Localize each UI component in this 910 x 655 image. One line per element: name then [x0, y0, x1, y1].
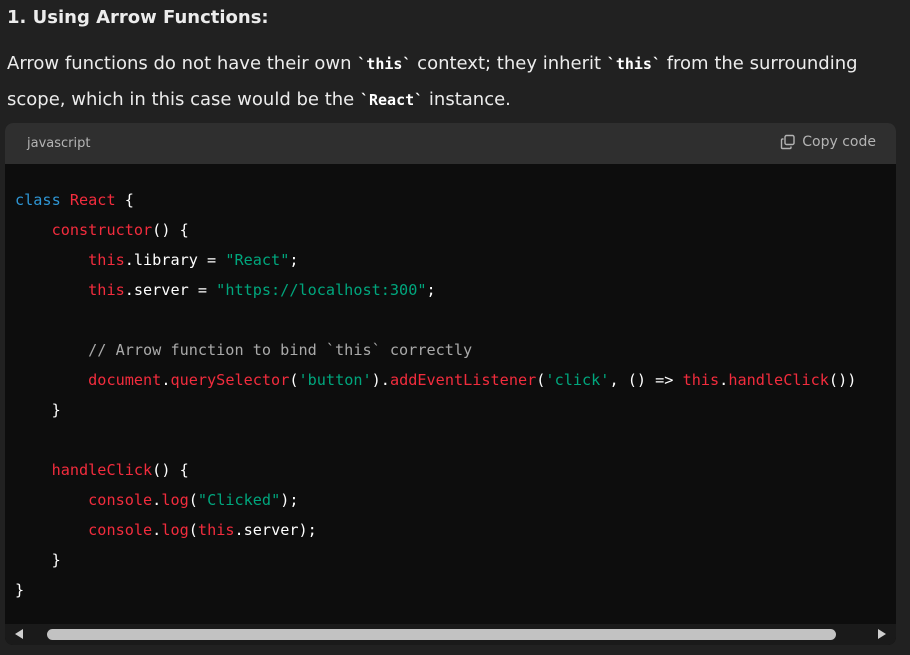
paragraph-line-2: scope, which in this case would be the `… [7, 82, 887, 118]
copy-code-label: Copy code [802, 134, 876, 150]
code-token-plain: ; [426, 281, 436, 299]
inline-code-react: `React` [359, 91, 424, 109]
inline-code-this: `this` [357, 55, 412, 73]
explanation-paragraph: Arrow functions do not have their own `t… [7, 46, 887, 118]
code-token-name: querySelector [170, 371, 290, 389]
code-token-name: log [161, 491, 189, 509]
scroll-left-icon[interactable] [15, 629, 23, 639]
code-token-name: log [161, 521, 189, 539]
code-token-plain: .server = [124, 281, 217, 299]
code-line: console.log(this.server); [15, 515, 896, 545]
code-token-name: this [682, 371, 720, 389]
code-token-plain: } [15, 551, 61, 569]
code-block-header: javascript Copy code [5, 123, 896, 164]
code-token-plain: ( [188, 521, 198, 539]
paragraph-text: scope, which in this case would be the [7, 89, 360, 110]
code-token-plain: .server); [234, 521, 317, 539]
code-line: } [15, 395, 896, 425]
code-line: this.library = "React"; [15, 245, 896, 275]
code-token-plain: () { [152, 461, 189, 479]
code-token-name: console [88, 521, 153, 539]
paragraph-line-1: Arrow functions do not have their own `t… [7, 46, 887, 82]
code-token-name: React [69, 191, 116, 209]
scroll-right-icon[interactable] [878, 629, 886, 639]
code-token-plain: ()) [828, 371, 857, 389]
scrollbar-thumb[interactable] [47, 629, 836, 640]
code-token-name: console [88, 491, 153, 509]
copy-code-button[interactable]: Copy code [780, 134, 876, 150]
code-token-string: 'click' [545, 371, 610, 389]
code-line: console.log("Clicked"); [15, 485, 896, 515]
inline-code-this: `this` [606, 55, 661, 73]
code-token-name: handleClick [728, 371, 829, 389]
code-token-name: this [197, 521, 235, 539]
code-token-string: "Clicked" [197, 491, 281, 509]
paragraph-text: Arrow functions do not have their own [7, 53, 358, 74]
code-token-name: handleClick [51, 461, 153, 479]
code-token-plain: .library = [124, 251, 226, 269]
code-token-plain: ); [280, 491, 299, 509]
code-token-plain: . [719, 371, 729, 389]
code-token-comment: // Arrow function to bind `this` correct… [88, 341, 473, 359]
code-line: document. querySelector('button').addEven… [15, 365, 896, 395]
code-line: this.server = "https://localhost:300"; [15, 275, 896, 305]
code-token-plain: , () => [609, 371, 683, 389]
code-line: constructor() { [15, 215, 896, 245]
code-token-name: addEventListener [389, 371, 537, 389]
code-line: } [15, 575, 896, 605]
horizontal-scrollbar[interactable] [5, 624, 896, 645]
code-token-plain: } [15, 581, 25, 599]
code-line: class React { [15, 185, 896, 215]
code-token-plain: . [152, 491, 162, 509]
code-token-string: "https://localhost:300" [216, 281, 427, 299]
copy-icon [781, 134, 795, 150]
code-token-name: this [88, 251, 125, 269]
code-line: // Arrow function to bind `this` correct… [15, 335, 896, 365]
code-token-name: constructor [51, 221, 153, 239]
paragraph-text: from the surrounding [660, 53, 858, 74]
code-token-plain: ). [371, 371, 390, 389]
code-token-plain: } [15, 401, 61, 419]
code-token-plain: { [115, 191, 134, 209]
code-token-string: "React" [225, 251, 290, 269]
code-token-name: this [88, 281, 125, 299]
code-token-plain: . [152, 521, 162, 539]
code-content: class React { constructor() { this.libra… [15, 185, 896, 605]
section-heading: 1. Using Arrow Functions: [7, 7, 269, 28]
code-token-plain: ; [289, 251, 299, 269]
code-block: javascript Copy code class React { const… [5, 123, 896, 645]
code-language-label: javascript [27, 136, 91, 151]
paragraph-text: context; they inherit [411, 53, 607, 74]
code-token-string: 'button' [298, 371, 372, 389]
code-token-plain: ( [188, 491, 198, 509]
code-token-plain: ( [289, 371, 299, 389]
paragraph-text: instance. [423, 89, 511, 110]
code-token-keyword: class [15, 191, 70, 209]
code-token-name: document [88, 371, 162, 389]
code-token-plain: () { [152, 221, 189, 239]
code-line: } [15, 545, 896, 575]
code-line: handleClick() { [15, 455, 896, 485]
